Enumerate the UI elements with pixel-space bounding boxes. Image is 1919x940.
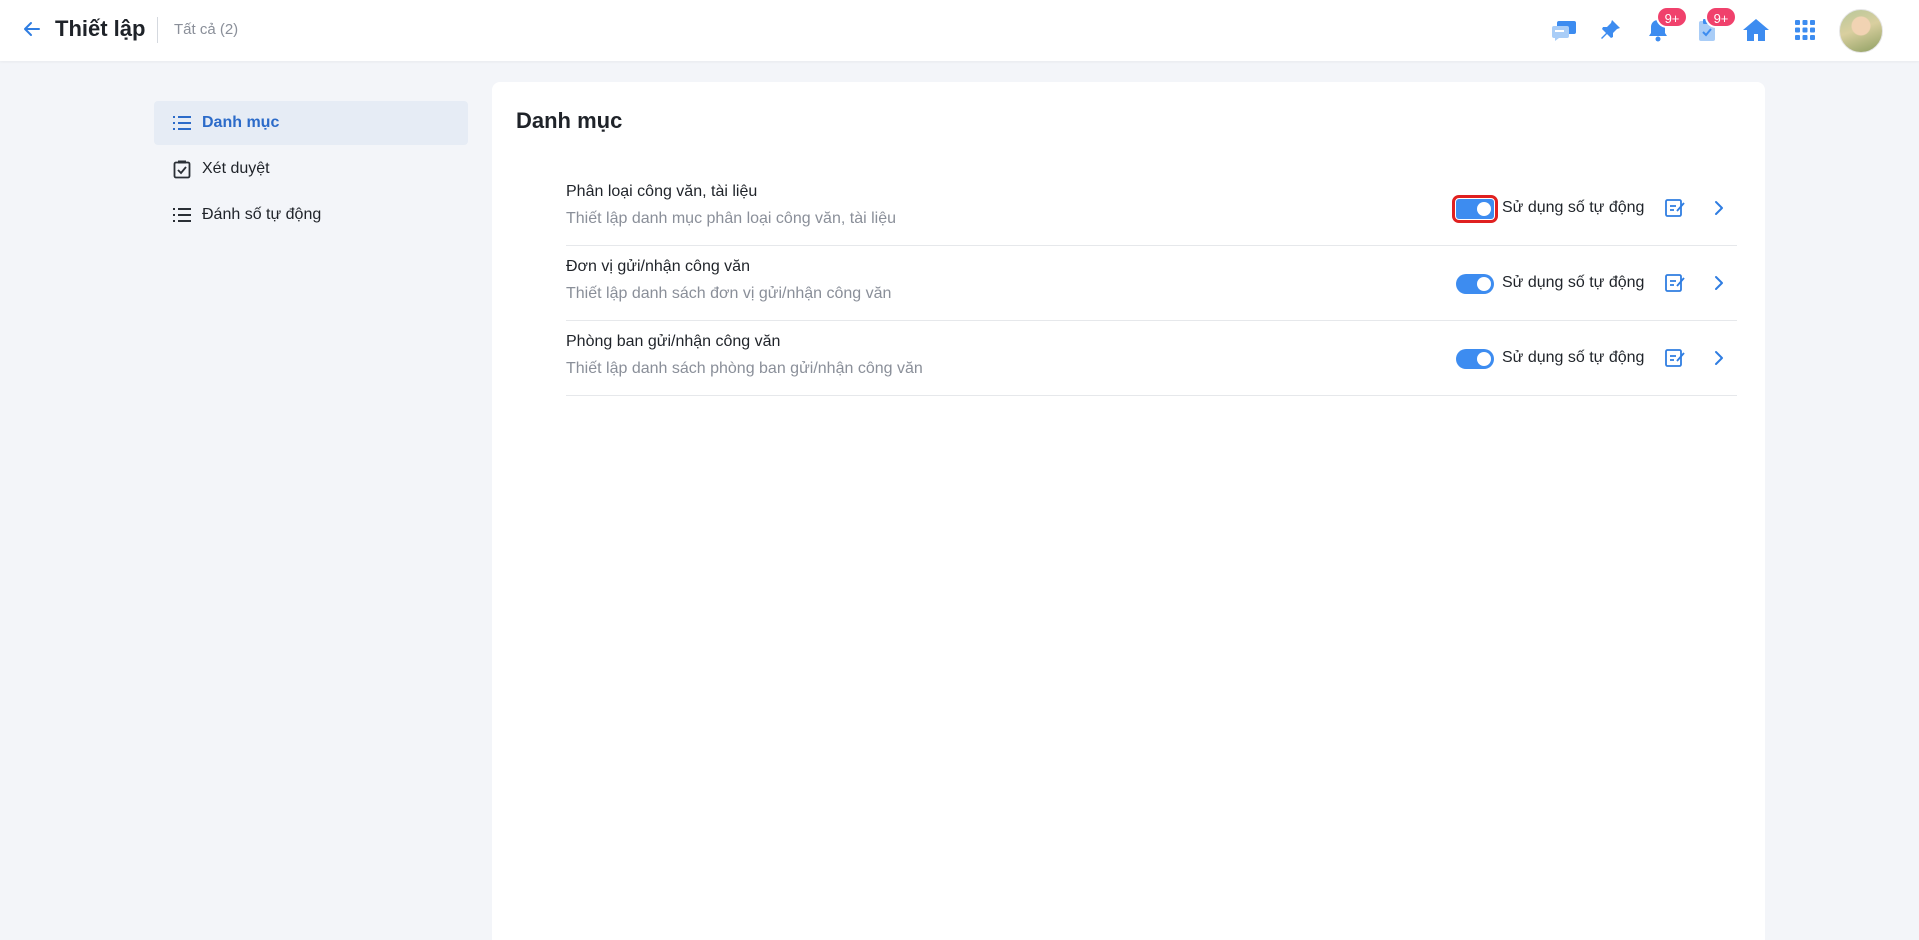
list-icon [172,205,192,225]
edit-icon [1665,349,1685,367]
category-row: Phòng ban gửi/nhận công văn Thiết lập da… [566,321,1737,396]
toggle-knob [1477,352,1491,366]
chat-icon [1552,21,1576,41]
chevron-right-icon [1715,201,1723,215]
sidebar: Danh mục Xét duyệt Đánh số tự động [154,101,468,239]
pin-button[interactable] [1594,14,1626,46]
tasks-badge: 9+ [1705,6,1737,28]
edit-icon [1665,199,1685,217]
main-card: Danh mục Phân loại công văn, tài liệu Th… [492,82,1765,940]
list-icon [172,113,192,133]
page-title: Thiết lập [55,16,146,41]
edit-button[interactable] [1663,346,1687,370]
checkbox-icon [172,159,192,179]
auto-number-toggle[interactable] [1452,195,1498,223]
category-row: Phân loại công văn, tài liệu Thiết lập d… [566,171,1737,246]
user-avatar[interactable] [1839,9,1883,53]
auto-number-toggle[interactable] [1456,274,1494,294]
title-divider [157,17,158,43]
sidebar-item-danh-so-tu-dong[interactable]: Đánh số tự động [154,193,468,237]
sidebar-item-label: Xét duyệt [202,160,270,177]
toggle-label: Sử dụng số tự động [1502,274,1645,291]
sidebar-item-xet-duyet[interactable]: Xét duyệt [154,147,468,191]
edit-button[interactable] [1663,271,1687,295]
row-description: Thiết lập danh sách phòng ban gửi/nhận c… [566,360,923,377]
apps-button[interactable] [1789,14,1821,46]
row-title: Phòng ban gửi/nhận công văn [566,333,781,350]
row-title: Phân loại công văn, tài liệu [566,183,758,200]
pin-icon [1601,20,1620,39]
auto-number-toggle[interactable] [1456,349,1494,369]
sidebar-item-label: Đánh số tự động [202,206,322,223]
chevron-right-icon [1715,351,1723,365]
toggle-knob [1477,202,1491,216]
row-description: Thiết lập danh sách đơn vị gửi/nhận công… [566,285,892,302]
edit-icon [1665,274,1685,292]
chevron-right-icon [1715,276,1723,290]
open-detail-button[interactable] [1707,271,1731,295]
edit-button[interactable] [1663,196,1687,220]
tasks-button[interactable]: 9+ [1691,6,1737,46]
back-button[interactable] [20,17,44,41]
sidebar-item-danh-muc[interactable]: Danh mục [154,101,468,145]
toggle-knob [1477,277,1491,291]
notification-badge: 9+ [1656,6,1688,28]
open-detail-button[interactable] [1707,196,1731,220]
arrow-left-icon [24,22,40,36]
apps-grid-icon [1795,20,1815,40]
home-button[interactable] [1740,14,1772,46]
toggle-label: Sử dụng số tự động [1502,199,1645,216]
toggle-label: Sử dụng số tự động [1502,349,1645,366]
category-row: Đơn vị gửi/nhận công văn Thiết lập danh … [566,246,1737,321]
card-title: Danh mục [516,108,623,133]
row-title: Đơn vị gửi/nhận công văn [566,258,750,275]
top-header: Thiết lập Tất cả (2) 9+ 9+ [0,0,1919,61]
home-icon [1743,19,1769,41]
open-detail-button[interactable] [1707,346,1731,370]
page-subtitle: Tất cả (2) [174,21,239,38]
notifications-button[interactable]: 9+ [1642,6,1688,46]
row-description: Thiết lập danh mục phân loại công văn, t… [566,210,896,227]
sidebar-item-label: Danh mục [202,114,280,131]
chat-button[interactable] [1548,14,1580,46]
